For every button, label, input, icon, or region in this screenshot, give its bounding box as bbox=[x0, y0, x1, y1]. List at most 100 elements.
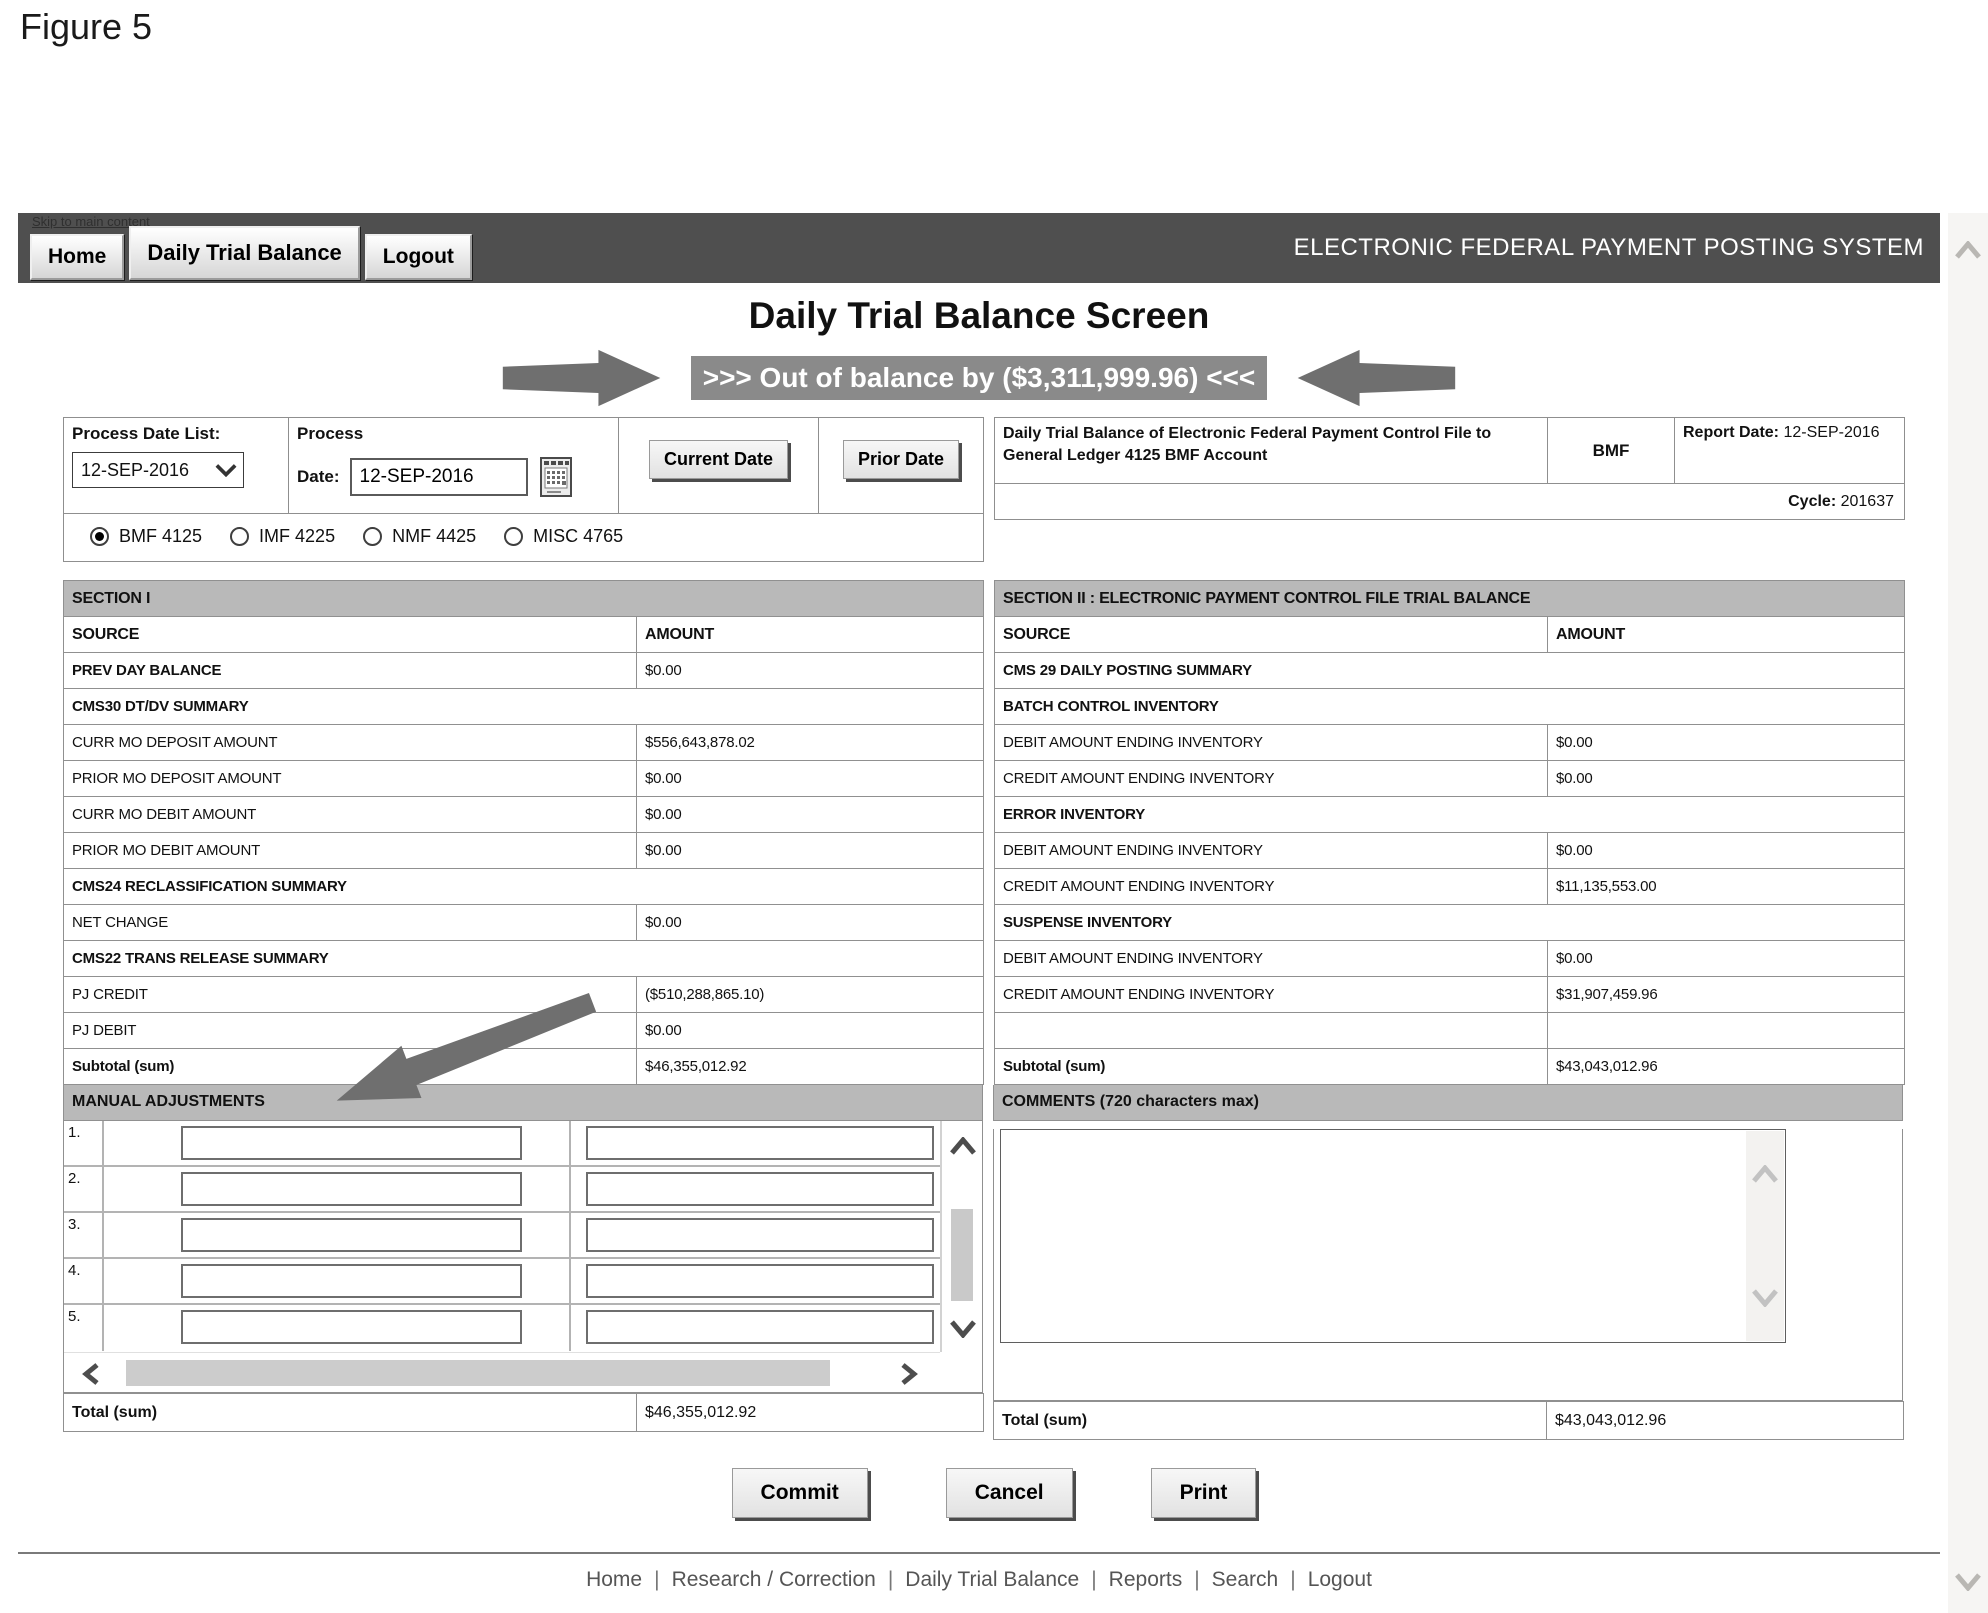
commit-button[interactable]: Commit bbox=[732, 1468, 868, 1518]
prior-date-cell: Prior Date bbox=[819, 418, 984, 514]
vertical-scrollbar[interactable] bbox=[940, 1121, 982, 1352]
footer-link-daily-trial-balance[interactable]: Daily Trial Balance bbox=[905, 1568, 1079, 1591]
amount-cell: $43,043,012.96 bbox=[1548, 1049, 1905, 1085]
radio-nmf-4425-label: NMF 4425 bbox=[392, 526, 476, 547]
group-cell: SUSPENSE INVENTORY bbox=[995, 905, 1905, 941]
amount-cell: $0.00 bbox=[637, 1013, 984, 1049]
source-cell: PRIOR MO DEBIT AMOUNT bbox=[64, 833, 637, 869]
footer-separator: | bbox=[888, 1568, 893, 1591]
radio-imf-4225[interactable] bbox=[230, 527, 249, 546]
footer-link-research-correction[interactable]: Research / Correction bbox=[672, 1568, 876, 1591]
process-date-input[interactable] bbox=[350, 458, 528, 496]
report-info-panel: Daily Trial Balance of Electronic Federa… bbox=[994, 417, 1905, 520]
adjustment-amount-input-1[interactable] bbox=[586, 1126, 934, 1160]
section2-title: SECTION II : ELECTRONIC PAYMENT CONTROL … bbox=[995, 581, 1905, 617]
adjustment-description-input-1[interactable] bbox=[181, 1126, 522, 1160]
adjustment-description-input-2[interactable] bbox=[181, 1172, 522, 1206]
source-cell: DEBIT AMOUNT ENDING INVENTORY bbox=[995, 833, 1548, 869]
adjustment-amount-input-2[interactable] bbox=[586, 1172, 934, 1206]
table-row: DEBIT AMOUNT ENDING INVENTORY$0.00 bbox=[995, 725, 1905, 761]
footer-link-reports[interactable]: Reports bbox=[1109, 1568, 1183, 1591]
footer-link-logout[interactable]: Logout bbox=[1308, 1568, 1372, 1591]
sections-row: SECTION I SOURCE AMOUNT PREV DAY BALANCE… bbox=[63, 580, 1903, 1085]
page-scrollbar[interactable] bbox=[1948, 213, 1988, 1613]
section2-source-header: SOURCE bbox=[995, 617, 1548, 653]
column-divider bbox=[569, 1213, 571, 1257]
arrow-right-icon bbox=[500, 348, 665, 408]
amount-cell: $556,643,878.02 bbox=[637, 725, 984, 761]
account-type-cell: BMF bbox=[1548, 418, 1675, 484]
source-cell: Subtotal (sum) bbox=[995, 1049, 1548, 1085]
adjustment-row: 4. bbox=[64, 1259, 940, 1305]
comments-textarea[interactable] bbox=[1000, 1129, 1786, 1343]
adjustment-description-input-5[interactable] bbox=[181, 1310, 522, 1344]
amount-cell: $0.00 bbox=[637, 761, 984, 797]
table-row: PRIOR MO DEBIT AMOUNT$0.00 bbox=[64, 833, 984, 869]
footer-separator: | bbox=[1091, 1568, 1096, 1591]
adjustment-description-input-3[interactable] bbox=[181, 1218, 522, 1252]
table-row: CREDIT AMOUNT ENDING INVENTORY$11,135,55… bbox=[995, 869, 1905, 905]
table-row: CMS30 DT/DV SUMMARY bbox=[64, 689, 984, 725]
group-cell: CMS22 TRANS RELEASE SUMMARY bbox=[64, 941, 984, 977]
report-date-cell: Report Date: 12-SEP-2016 bbox=[1675, 418, 1905, 484]
scroll-up-icon[interactable] bbox=[1752, 1165, 1778, 1183]
balance-banner-row: >>> Out of balance by ($3,311,999.96) <<… bbox=[18, 349, 1940, 407]
calendar-icon[interactable] bbox=[538, 454, 576, 500]
adjustment-description-input-4[interactable] bbox=[181, 1264, 522, 1298]
nav-home-button[interactable]: Home bbox=[30, 234, 124, 280]
out-of-balance-banner: >>> Out of balance by ($3,311,999.96) <<… bbox=[691, 356, 1268, 400]
account-radio-row: BMF 4125 IMF 4225 NMF 4425 MISC 4765 bbox=[64, 514, 984, 562]
radio-misc-4765[interactable] bbox=[504, 527, 523, 546]
scrollbar-thumb[interactable] bbox=[126, 1360, 830, 1386]
scroll-down-icon[interactable] bbox=[1752, 1289, 1778, 1307]
table-row: CREDIT AMOUNT ENDING INVENTORY$0.00 bbox=[995, 761, 1905, 797]
process-date-list-select[interactable]: 12-SEP-2016 bbox=[72, 452, 244, 488]
bottom-row: MANUAL ADJUSTMENTS 1. 2. bbox=[63, 1085, 1903, 1440]
radio-nmf-4425[interactable] bbox=[363, 527, 382, 546]
print-button[interactable]: Print bbox=[1151, 1468, 1257, 1518]
scroll-up-icon[interactable] bbox=[1955, 241, 1981, 259]
current-date-cell: Current Date bbox=[619, 418, 819, 514]
footer-link-search[interactable]: Search bbox=[1212, 1568, 1279, 1591]
horizontal-scrollbar[interactable] bbox=[64, 1352, 940, 1392]
footer-link-home[interactable]: Home bbox=[586, 1568, 642, 1591]
adjustment-row: 1. bbox=[64, 1121, 940, 1167]
scroll-right-icon[interactable] bbox=[900, 1363, 918, 1385]
subtotal-row: Subtotal (sum)$43,043,012.96 bbox=[995, 1049, 1905, 1085]
source-cell: DEBIT AMOUNT ENDING INVENTORY bbox=[995, 941, 1548, 977]
amount-cell: $0.00 bbox=[1548, 725, 1905, 761]
adjustment-amount-input-4[interactable] bbox=[586, 1264, 934, 1298]
section2-total-table: Total (sum) $43,043,012.96 bbox=[993, 1401, 1904, 1440]
scroll-down-icon[interactable] bbox=[950, 1320, 976, 1338]
group-cell: BATCH CONTROL INVENTORY bbox=[995, 689, 1905, 725]
adjustment-row: 2. bbox=[64, 1167, 940, 1213]
nav-logout-button[interactable]: Logout bbox=[365, 234, 472, 280]
section1-table: SECTION I SOURCE AMOUNT PREV DAY BALANCE… bbox=[63, 580, 984, 1085]
source-cell: PJ DEBIT bbox=[64, 1013, 637, 1049]
row-number: 5. bbox=[64, 1305, 104, 1351]
amount-cell bbox=[1548, 1013, 1905, 1049]
prior-date-button[interactable]: Prior Date bbox=[843, 440, 959, 479]
amount-cell: $31,907,459.96 bbox=[1548, 977, 1905, 1013]
radio-bmf-4125[interactable] bbox=[90, 527, 109, 546]
app-window: Skip to main content Home Daily Trial Ba… bbox=[18, 213, 1940, 1592]
scroll-left-icon[interactable] bbox=[82, 1363, 100, 1385]
source-cell: CREDIT AMOUNT ENDING INVENTORY bbox=[995, 761, 1548, 797]
cancel-button[interactable]: Cancel bbox=[946, 1468, 1073, 1518]
adjustment-amount-input-3[interactable] bbox=[586, 1218, 934, 1252]
table-row: PJ CREDIT($510,288,865.10) bbox=[64, 977, 984, 1013]
cycle-label: Cycle: bbox=[1788, 493, 1836, 510]
scroll-down-icon[interactable] bbox=[1955, 1573, 1981, 1591]
nav-daily-trial-balance-button[interactable]: Daily Trial Balance bbox=[129, 226, 359, 280]
process-form-row: Process Date List: 12-SEP-2016 Process D… bbox=[63, 417, 1903, 562]
textarea-scrollbar[interactable] bbox=[1746, 1131, 1784, 1341]
report-description: Daily Trial Balance of Electronic Federa… bbox=[995, 418, 1548, 484]
footer-links: Home | Research / Correction | Daily Trial B… bbox=[18, 1568, 1940, 1592]
adjustment-amount-input-5[interactable] bbox=[586, 1310, 934, 1344]
cycle-value: 201637 bbox=[1841, 493, 1894, 510]
scrollbar-thumb[interactable] bbox=[951, 1209, 973, 1301]
row-number: 1. bbox=[64, 1121, 104, 1165]
current-date-button[interactable]: Current Date bbox=[649, 440, 788, 479]
scroll-up-icon[interactable] bbox=[950, 1137, 976, 1155]
nav-tabs: Home Daily Trial Balance Logout bbox=[30, 226, 472, 280]
